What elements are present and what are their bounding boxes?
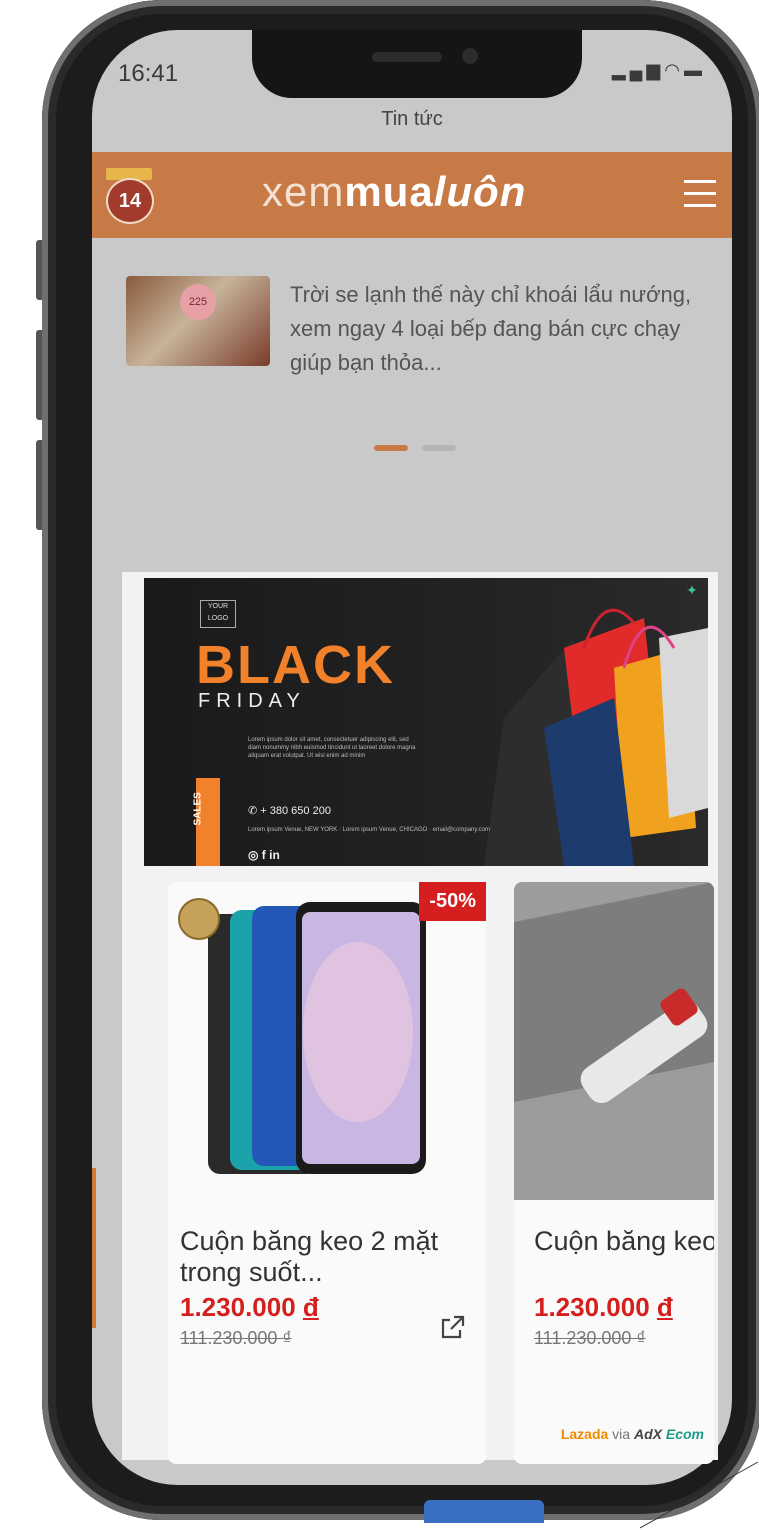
product-title[interactable]: Cuộn băng keo 2 mặt trong suốt... <box>180 1226 480 1288</box>
phone-notch <box>252 30 582 98</box>
carousel-dots <box>374 438 470 456</box>
carousel-dot[interactable] <box>422 445 456 451</box>
banner-headline: BLACK <box>196 635 395 695</box>
status-icons: ▂▄▆◠▬ <box>612 60 706 81</box>
status-time: 16:41 <box>118 60 179 87</box>
ad-container: YOUR LOGO BLACK FRIDAY SALES Lorem ipsum… <box>122 572 718 1464</box>
adx-label: AdX <box>633 1426 662 1442</box>
news-title[interactable]: Trời se lạnh thế này chỉ khoái lẩu nướng… <box>290 278 700 380</box>
brand-italic: luôn <box>433 168 527 215</box>
brand-prefix: xem <box>262 168 345 215</box>
news-thumbnail[interactable]: 225 <box>126 276 270 366</box>
black-friday-banner[interactable]: YOUR LOGO BLACK FRIDAY SALES Lorem ipsum… <box>144 578 708 866</box>
banner-body-text: Lorem ipsum dolor sit amet, consectetuer… <box>248 737 416 759</box>
news-item[interactable]: 225 Trời se lạnh thế này chỉ khoái lẩu n… <box>126 276 706 416</box>
sales-tag-label: SALES <box>192 792 204 826</box>
battery-icon: ▬ <box>684 60 706 80</box>
corner-decoration <box>640 1461 759 1529</box>
product-card[interactable]: -50% Cuộn băng keo 2 mặt trong suốt... 1… <box>168 882 486 1464</box>
logo-badge: 14 <box>106 178 154 224</box>
phone-icon: ✆ <box>248 805 261 817</box>
thumb-badge: 225 <box>180 284 216 320</box>
scroll-edge <box>92 1168 96 1328</box>
hamburger-icon[interactable] <box>684 180 716 210</box>
product-image-vacuum <box>514 882 714 1200</box>
banner-subheadline: FRIDAY <box>198 690 306 712</box>
ecom-label: Ecom <box>665 1426 704 1442</box>
brand-logo[interactable]: xemmualuôn <box>262 168 526 216</box>
your-logo-box: YOUR LOGO <box>200 600 236 628</box>
banner-phone-number: + 380 650 200 <box>260 805 331 817</box>
banner-phone: ✆ + 380 650 200 <box>248 804 331 817</box>
site-title: Tin tức <box>381 108 443 130</box>
signal-icon: ▂▄▆ <box>611 60 665 80</box>
product-title[interactable]: Cuộn băng keo acrylic trong suốt <box>534 1226 714 1257</box>
product-price: 1.230.000 đ <box>180 1292 319 1323</box>
site-header: 14 xemmualuôn <box>92 152 732 238</box>
notch-camera <box>462 48 478 64</box>
lazada-label: Lazada <box>560 1426 609 1442</box>
social-icons: ◎ f in <box>248 848 280 862</box>
price-value: 1.230.000 <box>534 1292 650 1322</box>
via-label: via <box>608 1426 634 1442</box>
discount-badge: -50% <box>419 882 486 921</box>
kenh14-logo[interactable]: 14 <box>104 168 154 224</box>
banner-address: Lorem ipsum Venue, NEW YORK · Lorem ipsu… <box>248 827 490 833</box>
external-link-icon[interactable] <box>440 1314 466 1340</box>
price-currency: đ <box>656 1292 673 1322</box>
adx-badge-icon[interactable]: ✦ <box>686 582 704 600</box>
price-value: 1.230.000 <box>180 1292 296 1322</box>
product-price: 1.230.000 đ <box>534 1292 673 1323</box>
product-card[interactable]: Cuộn băng keo acrylic trong suốt 1.230.0… <box>514 882 714 1464</box>
product-old-price: 111.230.000 ₫ <box>180 1328 292 1348</box>
product-old-price: 111.230.000 ₫ <box>534 1328 646 1348</box>
sales-tag: SALES <box>192 778 220 866</box>
brand-bold: mua <box>344 168 434 215</box>
notch-speaker <box>372 52 442 62</box>
bottom-decoration <box>424 1500 544 1523</box>
ad-attribution[interactable]: Lazada via AdX Ecom <box>561 1426 704 1442</box>
premium-medal-icon <box>178 898 220 940</box>
wifi-icon: ◠ <box>664 60 684 80</box>
carousel-dot[interactable] <box>374 445 408 451</box>
price-currency: đ <box>302 1292 319 1322</box>
